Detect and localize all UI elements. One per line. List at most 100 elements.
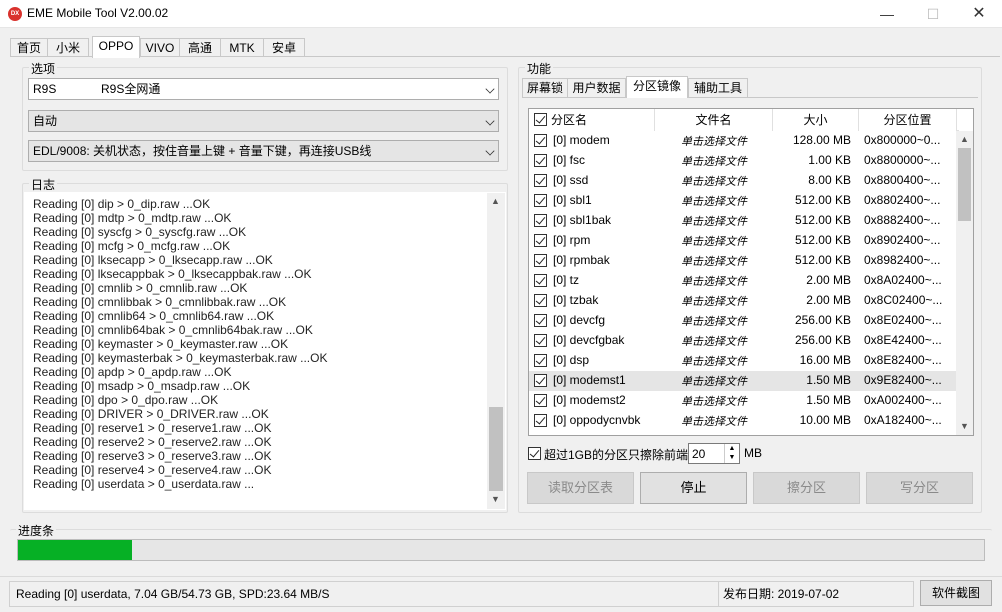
select-all-checkbox[interactable] xyxy=(534,113,547,126)
row-checkbox[interactable] xyxy=(534,314,547,327)
table-row[interactable]: [0] modem 单击选择文件 128.00 MB 0x800000~0... xyxy=(529,131,957,151)
minimize-icon[interactable]: — xyxy=(864,0,910,28)
tab-user-data[interactable]: 用户数据 xyxy=(567,78,626,97)
table-row[interactable]: [0] devcfgbak 单击选择文件 256.00 KB 0x8E42400~..… xyxy=(529,331,957,351)
log-line: Reading [0] reserve4 > 0_reserve4.raw ..… xyxy=(33,463,272,477)
tab-qualcomm[interactable]: 高通 xyxy=(179,38,221,57)
row-checkbox[interactable] xyxy=(534,234,547,247)
spin-down-icon[interactable]: ▼ xyxy=(724,453,739,463)
row-checkbox[interactable] xyxy=(534,214,547,227)
header-file-name[interactable]: 文件名 xyxy=(655,109,773,131)
table-row[interactable]: [0] modemst2 单击选择文件 1.50 MB 0xA002400~... xyxy=(529,391,957,411)
file-select-cell[interactable]: 单击选择文件 xyxy=(681,333,747,349)
tab-xiaomi[interactable]: 小米 xyxy=(47,38,89,57)
erase-front-checkbox[interactable] xyxy=(528,447,541,460)
row-checkbox[interactable] xyxy=(534,294,547,307)
tab-partition-image[interactable]: 分区镜像 xyxy=(626,76,688,98)
row-checkbox[interactable] xyxy=(534,274,547,287)
row-checkbox[interactable] xyxy=(534,394,547,407)
tab-home[interactable]: 首页 xyxy=(10,38,48,57)
tab-mtk[interactable]: MTK xyxy=(220,38,264,57)
tab-android[interactable]: 安卓 xyxy=(263,38,305,57)
partition-position-cell: 0x8982400~... xyxy=(864,253,941,267)
erase-partition-button[interactable]: 擦分区 xyxy=(753,472,860,504)
table-row[interactable]: [0] dsp 单击选择文件 16.00 MB 0x8E82400~... xyxy=(529,351,957,371)
file-select-cell[interactable]: 单击选择文件 xyxy=(681,153,747,169)
spin-up-icon[interactable]: ▲ xyxy=(724,444,739,453)
size-cell: 128.00 MB xyxy=(792,133,851,147)
row-checkbox[interactable] xyxy=(534,174,547,187)
tab-oppo[interactable]: OPPO xyxy=(92,36,140,58)
log-scrollbar[interactable]: ▲ ▼ xyxy=(487,193,505,509)
file-select-cell[interactable]: 单击选择文件 xyxy=(681,133,747,149)
table-header: 分区名 文件名 大小 分区位置 xyxy=(529,109,959,131)
table-row[interactable]: [0] sbl1 单击选择文件 512.00 KB 0x8802400~... xyxy=(529,191,957,211)
table-row[interactable]: [0] ssd 单击选择文件 8.00 KB 0x8800400~... xyxy=(529,171,957,191)
read-partition-table-button[interactable]: 读取分区表 xyxy=(527,472,634,504)
scroll-up-icon[interactable]: ▲ xyxy=(956,131,973,148)
row-checkbox[interactable] xyxy=(534,414,547,427)
table-row[interactable]: [0] rpmbak 单击选择文件 512.00 KB 0x8982400~... xyxy=(529,251,957,271)
tab-screen-lock[interactable]: 屏幕锁 xyxy=(522,78,568,97)
table-row[interactable]: [0] tzbak 单击选择文件 2.00 MB 0x8C02400~... xyxy=(529,291,957,311)
erase-size-spinner[interactable]: 20 ▲ ▼ xyxy=(688,443,740,464)
options-group-label: 选项 xyxy=(29,60,58,77)
maximize-icon[interactable]: ☐ xyxy=(910,0,956,28)
scroll-down-icon[interactable]: ▼ xyxy=(956,418,973,435)
tab-bar-divider xyxy=(10,56,1000,57)
model-select[interactable]: R9S R9S全网通 xyxy=(28,78,499,100)
table-scrollbar[interactable]: ▲ ▼ xyxy=(956,131,973,435)
table-row[interactable]: [0] rpm 单击选择文件 512.00 KB 0x8902400~... xyxy=(529,231,957,251)
partition-name-cell: [0] dsp xyxy=(553,353,590,367)
scroll-up-icon[interactable]: ▲ xyxy=(487,193,504,210)
file-select-cell[interactable]: 单击选择文件 xyxy=(681,393,747,409)
table-row[interactable]: [0] devcfg 单击选择文件 256.00 KB 0x8E02400~... xyxy=(529,311,957,331)
header-size[interactable]: 大小 xyxy=(773,109,859,131)
file-select-cell[interactable]: 单击选择文件 xyxy=(681,193,747,209)
write-partition-button[interactable]: 写分区 xyxy=(866,472,973,504)
file-select-cell[interactable]: 单击选择文件 xyxy=(681,353,747,369)
log-textarea[interactable]: Reading [0] dip > 0_dip.raw ...OK Reading… xyxy=(24,192,506,510)
row-checkbox[interactable] xyxy=(534,334,547,347)
file-select-cell[interactable]: 单击选择文件 xyxy=(681,313,747,329)
close-icon[interactable]: ✕ xyxy=(956,0,1002,28)
mode-select[interactable]: 自动 xyxy=(28,110,499,132)
table-row[interactable]: [0] tz 单击选择文件 2.00 MB 0x8A02400~... xyxy=(529,271,957,291)
row-checkbox[interactable] xyxy=(534,154,547,167)
file-select-cell[interactable]: 单击选择文件 xyxy=(681,293,747,309)
table-scroll-thumb[interactable] xyxy=(958,148,971,221)
file-select-cell[interactable]: 单击选择文件 xyxy=(681,413,747,429)
table-row[interactable]: [0] sbl1bak 单击选择文件 512.00 KB 0x8882400~... xyxy=(529,211,957,231)
row-checkbox[interactable] xyxy=(534,354,547,367)
header-partition-name[interactable]: 分区名 xyxy=(529,109,655,131)
edl-hint-select[interactable]: EDL/9008: 关机状态，按住音量上键 + 音量下键，再连接USB线 xyxy=(28,140,499,162)
table-row[interactable]: [0] fsc 单击选择文件 1.00 KB 0x8800000~... xyxy=(529,151,957,171)
table-row[interactable]: [0] oppodycnvbk 单击选择文件 10.00 MB 0xA182400~.… xyxy=(529,411,957,431)
stop-button[interactable]: 停止 xyxy=(640,472,747,504)
file-select-cell[interactable]: 单击选择文件 xyxy=(681,173,747,189)
size-cell: 256.00 KB xyxy=(794,313,851,327)
file-select-cell[interactable]: 单击选择文件 xyxy=(681,253,747,269)
file-select-cell[interactable]: 单击选择文件 xyxy=(681,213,747,229)
size-cell: 2.00 MB xyxy=(806,273,851,287)
partition-name-cell: [0] rpmbak xyxy=(553,253,610,267)
partition-position-cell: 0x800000~0... xyxy=(864,133,941,147)
tab-aux-tools[interactable]: 辅助工具 xyxy=(688,78,748,97)
header-partition-position[interactable]: 分区位置 xyxy=(859,109,957,131)
tab-vivo[interactable]: VIVO xyxy=(140,38,180,57)
partition-name-cell: [0] tzbak xyxy=(553,293,599,307)
size-cell: 16.00 MB xyxy=(799,353,851,367)
file-select-cell[interactable]: 单击选择文件 xyxy=(681,233,747,249)
table-row[interactable]: [0] modemst1 单击选择文件 1.50 MB 0x9E82400~... xyxy=(529,371,957,391)
size-cell: 512.00 KB xyxy=(794,253,851,267)
row-checkbox[interactable] xyxy=(534,374,547,387)
screenshot-button[interactable]: 软件截图 xyxy=(920,580,992,606)
log-scroll-thumb[interactable] xyxy=(489,407,503,491)
row-checkbox[interactable] xyxy=(534,134,547,147)
scroll-down-icon[interactable]: ▼ xyxy=(487,491,504,508)
file-select-cell[interactable]: 单击选择文件 xyxy=(681,373,747,389)
partition-name-cell: [0] sbl1bak xyxy=(553,213,612,227)
file-select-cell[interactable]: 单击选择文件 xyxy=(681,273,747,289)
row-checkbox[interactable] xyxy=(534,254,547,267)
row-checkbox[interactable] xyxy=(534,194,547,207)
